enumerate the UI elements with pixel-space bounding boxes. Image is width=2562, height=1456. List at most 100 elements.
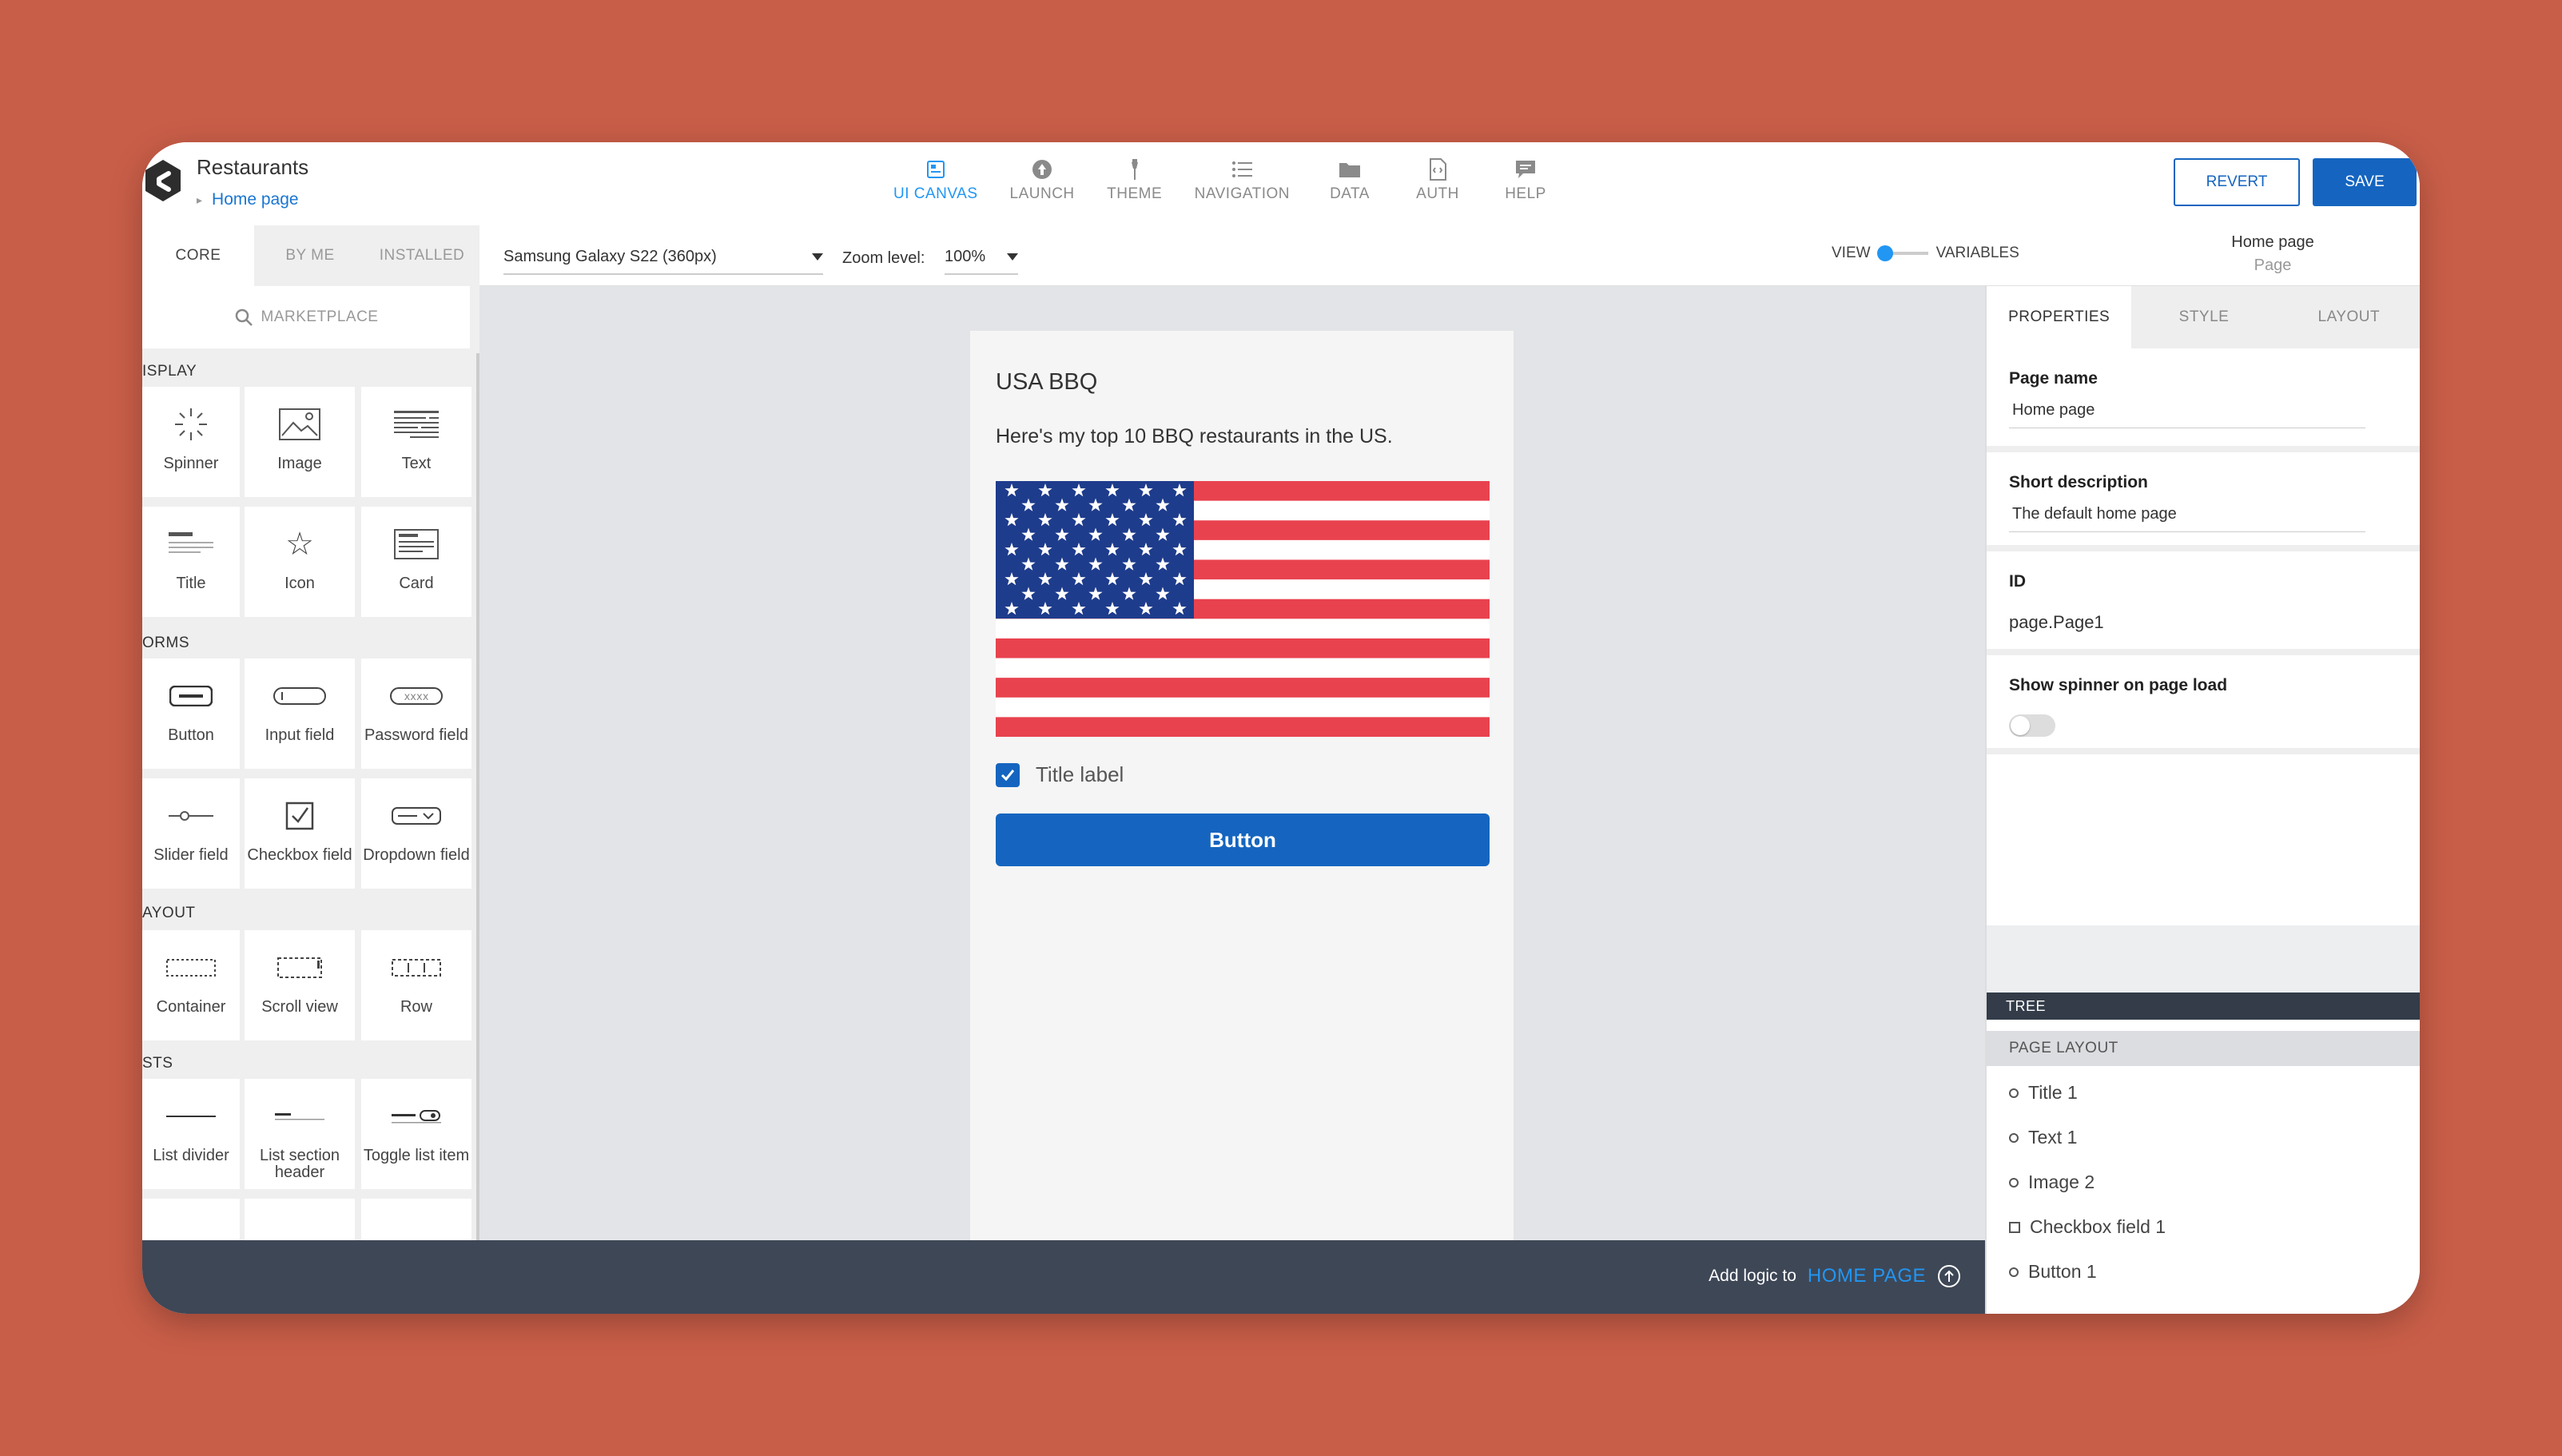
zoom-select[interactable]: 100% bbox=[945, 240, 1018, 275]
section-layout: AYOUT bbox=[142, 905, 196, 921]
spinner-icon bbox=[175, 408, 207, 440]
breadcrumb[interactable]: ▸ Home page bbox=[197, 190, 299, 209]
tab-layout[interactable]: LAYOUT bbox=[2277, 286, 2420, 348]
page-name-input[interactable]: Home page bbox=[2009, 401, 2365, 428]
tile-list-divider[interactable]: List divider bbox=[142, 1079, 240, 1189]
canvas-checkbox[interactable]: Title label bbox=[996, 762, 1124, 787]
tab-core[interactable]: CORE bbox=[142, 225, 254, 286]
dropdown-arrow-icon bbox=[1007, 253, 1018, 261]
breadcrumb-page[interactable]: Home page bbox=[212, 190, 299, 209]
tile-list-section-header[interactable]: List section header bbox=[245, 1079, 355, 1189]
save-button[interactable]: SAVE bbox=[2313, 158, 2417, 206]
selected-page-type: Page bbox=[2254, 257, 2292, 274]
tree-item[interactable]: Button 1 bbox=[2009, 1261, 2097, 1283]
tile-more[interactable] bbox=[361, 1199, 471, 1240]
tree-item[interactable]: Text 1 bbox=[2009, 1127, 2077, 1148]
section-forms: ORMS bbox=[142, 635, 189, 651]
button-icon bbox=[169, 686, 213, 706]
short-description-group: Short description The default home page bbox=[1987, 452, 2420, 551]
spinner-toggle[interactable] bbox=[2009, 714, 2055, 737]
toggle-knob[interactable] bbox=[1876, 245, 1893, 261]
revert-button[interactable]: REVERT bbox=[2174, 158, 2300, 206]
checkbox-checked-icon[interactable] bbox=[996, 762, 1020, 787]
tile-more[interactable] bbox=[142, 1199, 240, 1240]
tile-checkbox-field[interactable]: Checkbox field bbox=[245, 778, 355, 889]
input-field-icon bbox=[273, 687, 326, 705]
properties-panel: PROPERTIES STYLE LAYOUT Page name Home p… bbox=[1985, 286, 2420, 1314]
tile-spinner[interactable]: Spinner bbox=[142, 387, 240, 497]
logic-bar: Add logic to HOME PAGE bbox=[142, 1240, 1985, 1314]
panel-spacer bbox=[1987, 925, 2420, 993]
tile-slider-field[interactable]: Slider field bbox=[142, 778, 240, 889]
canvas-button[interactable]: Button bbox=[996, 814, 1490, 866]
arrow-up-circle-icon[interactable] bbox=[1937, 1264, 1961, 1288]
tile-scroll-view[interactable]: Scroll view bbox=[245, 930, 355, 1040]
nav-help[interactable]: HELP bbox=[1482, 153, 1569, 203]
device-select[interactable]: Samsung Galaxy S22 (360px) bbox=[503, 240, 823, 275]
tile-container[interactable]: Container bbox=[142, 930, 240, 1040]
canvas-title[interactable]: USA BBQ bbox=[996, 369, 1097, 396]
toggle-track[interactable] bbox=[1876, 245, 1928, 261]
tree-section[interactable]: PAGE LAYOUT bbox=[1987, 1031, 2420, 1066]
dropdown-arrow-icon bbox=[812, 253, 823, 261]
circle-icon bbox=[2009, 1088, 2019, 1098]
add-logic-link[interactable]: HOME PAGE bbox=[1808, 1265, 1926, 1287]
id-label: ID bbox=[2009, 572, 2026, 591]
nav-navigation[interactable]: NAVIGATION bbox=[1179, 153, 1306, 203]
app-logo-icon[interactable] bbox=[144, 158, 182, 203]
password-field-icon: xxxx bbox=[390, 687, 443, 705]
nav-ui-canvas[interactable]: UI CANVAS bbox=[877, 153, 994, 203]
tile-input-field[interactable]: Input field bbox=[245, 658, 355, 769]
theme-icon bbox=[1131, 159, 1138, 180]
tab-installed[interactable]: INSTALLED bbox=[366, 225, 478, 286]
container-icon bbox=[166, 959, 216, 977]
tile-icon[interactable]: ☆ Icon bbox=[245, 507, 355, 617]
scroll-view-icon bbox=[277, 957, 322, 978]
tree-item[interactable]: Image 2 bbox=[2009, 1172, 2095, 1193]
short-description-input[interactable]: The default home page bbox=[2009, 505, 2365, 532]
add-logic[interactable]: Add logic to HOME PAGE bbox=[1709, 1264, 1961, 1288]
tab-by-me[interactable]: BY ME bbox=[254, 225, 366, 286]
nav-launch[interactable]: LAUNCH bbox=[994, 153, 1091, 203]
tab-style[interactable]: STYLE bbox=[2131, 286, 2276, 348]
tile-button[interactable]: Button bbox=[142, 658, 240, 769]
checkbox-label: Title label bbox=[1036, 762, 1124, 786]
toolbar: CORE BY ME INSTALLED Samsung Galaxy S22 … bbox=[142, 225, 2420, 286]
canvas-text[interactable]: Here's my top 10 BBQ restaurants in the … bbox=[996, 425, 1393, 448]
tree-item[interactable]: Checkbox field 1 bbox=[2009, 1216, 2166, 1238]
tab-properties[interactable]: PROPERTIES bbox=[1987, 286, 2132, 348]
tile-card[interactable]: Card bbox=[361, 507, 471, 617]
tile-dropdown-field[interactable]: Dropdown field bbox=[361, 778, 471, 889]
us-flag-image[interactable] bbox=[996, 481, 1490, 737]
spinner-group: Show spinner on page load bbox=[1987, 655, 2420, 754]
help-chat-icon bbox=[1516, 161, 1536, 178]
tile-text[interactable]: Text bbox=[361, 387, 471, 497]
nav-theme[interactable]: THEME bbox=[1091, 153, 1179, 203]
nav-auth[interactable]: AUTH bbox=[1394, 153, 1482, 203]
card-icon bbox=[394, 529, 439, 559]
toggle-list-item-icon bbox=[392, 1110, 441, 1124]
view-variables-toggle[interactable]: VIEW VARIABLES bbox=[1832, 245, 2019, 262]
tile-title[interactable]: Title bbox=[142, 507, 240, 617]
selected-page-name: Home page bbox=[2231, 233, 2314, 251]
library-tabs: CORE BY ME INSTALLED bbox=[142, 225, 479, 286]
tile-toggle-list-item[interactable]: Toggle list item bbox=[361, 1079, 471, 1189]
launch-icon bbox=[1032, 160, 1052, 179]
dropdown-field-icon bbox=[392, 807, 441, 825]
image-icon bbox=[279, 408, 320, 440]
tile-image[interactable]: Image bbox=[245, 387, 355, 497]
auth-icon bbox=[1430, 158, 1447, 181]
library-scroll[interactable]: ISPLAY Spinner Image Text Title ☆ Icon C… bbox=[142, 353, 479, 1240]
tree-item[interactable]: Title 1 bbox=[2009, 1082, 2078, 1104]
tile-password-field[interactable]: xxxx Password field bbox=[361, 658, 471, 769]
marketplace-button[interactable]: MARKETPLACE bbox=[142, 286, 470, 348]
tile-row[interactable]: Row bbox=[361, 930, 471, 1040]
phone-preview[interactable]: USA BBQ Here's my top 10 BBQ restaurants… bbox=[970, 331, 1514, 1240]
ui-canvas[interactable]: USA BBQ Here's my top 10 BBQ restaurants… bbox=[479, 286, 1985, 1240]
toggle-knob[interactable] bbox=[2011, 716, 2030, 735]
tree-header: TREE bbox=[1987, 993, 2420, 1020]
section-display: ISPLAY bbox=[142, 363, 197, 380]
nav-data[interactable]: DATA bbox=[1306, 153, 1394, 203]
tile-more[interactable] bbox=[245, 1199, 355, 1240]
search-icon bbox=[235, 308, 253, 326]
